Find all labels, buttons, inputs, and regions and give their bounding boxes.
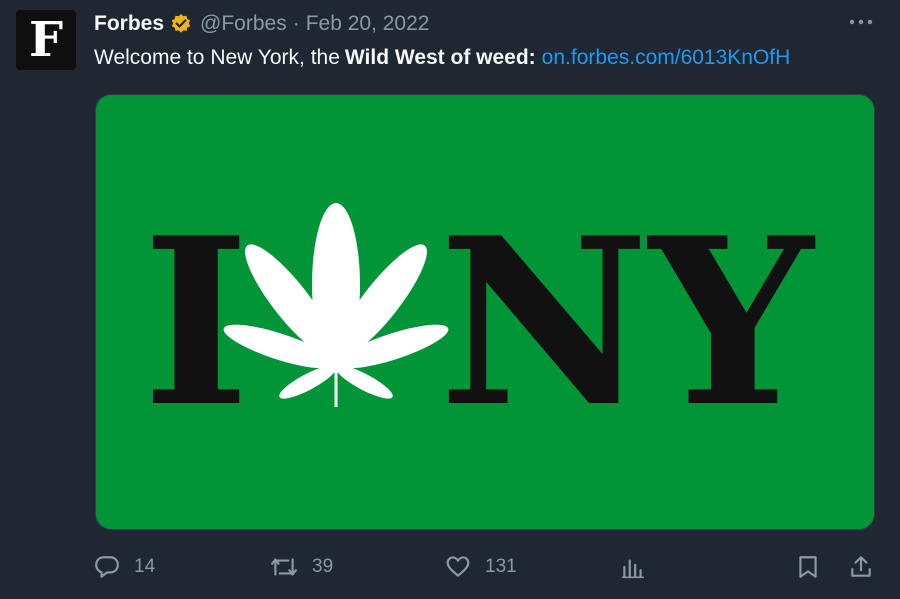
cannabis-leaf-icon: [223, 203, 449, 407]
like-button[interactable]: 131: [445, 548, 517, 586]
action-bar: 14 39 131: [0, 548, 900, 586]
share-button[interactable]: [848, 548, 874, 586]
tweet-date[interactable]: Feb 20, 2022: [306, 12, 430, 36]
share-icon: [851, 556, 871, 577]
tweet-text: Welcome to New York, the Wild West of we…: [94, 44, 790, 72]
tweet[interactable]: F Forbes @Forbes · Feb 20, 2022 Welcome …: [0, 0, 900, 599]
views-button[interactable]: [620, 548, 646, 586]
avatar-letter: F: [28, 12, 64, 68]
author-handle[interactable]: @Forbes: [200, 12, 287, 36]
reply-icon: [95, 556, 119, 578]
tweet-text-bold: Wild West of weed:: [344, 46, 536, 69]
image-letters-ny: NY: [439, 188, 816, 458]
tweet-link[interactable]: on.forbes.com/6013KnOfH: [542, 46, 791, 70]
like-count: 131: [485, 556, 517, 577]
heart-icon: [446, 556, 470, 577]
analytics-icon: [622, 559, 644, 579]
tweet-header: Forbes @Forbes · Feb 20, 2022: [94, 10, 429, 38]
bookmark-icon: [799, 556, 817, 578]
reply-count: 14: [134, 556, 156, 577]
more-options-icon[interactable]: [848, 12, 874, 32]
retweet-icon: [271, 558, 297, 576]
verified-badge-icon[interactable]: [170, 13, 192, 35]
bookmark-button[interactable]: [795, 548, 821, 586]
image-letter-i: I: [142, 188, 250, 458]
reply-button[interactable]: 14: [94, 548, 155, 586]
retweet-button[interactable]: 39: [270, 548, 333, 586]
author-name[interactable]: Forbes: [94, 12, 164, 36]
tweet-text-plain: Welcome to New York, the: [94, 46, 340, 69]
retweet-count: 39: [312, 556, 334, 577]
separator: ·: [292, 12, 300, 35]
tweet-image[interactable]: I NY: [95, 94, 875, 530]
avatar[interactable]: F: [16, 10, 76, 70]
